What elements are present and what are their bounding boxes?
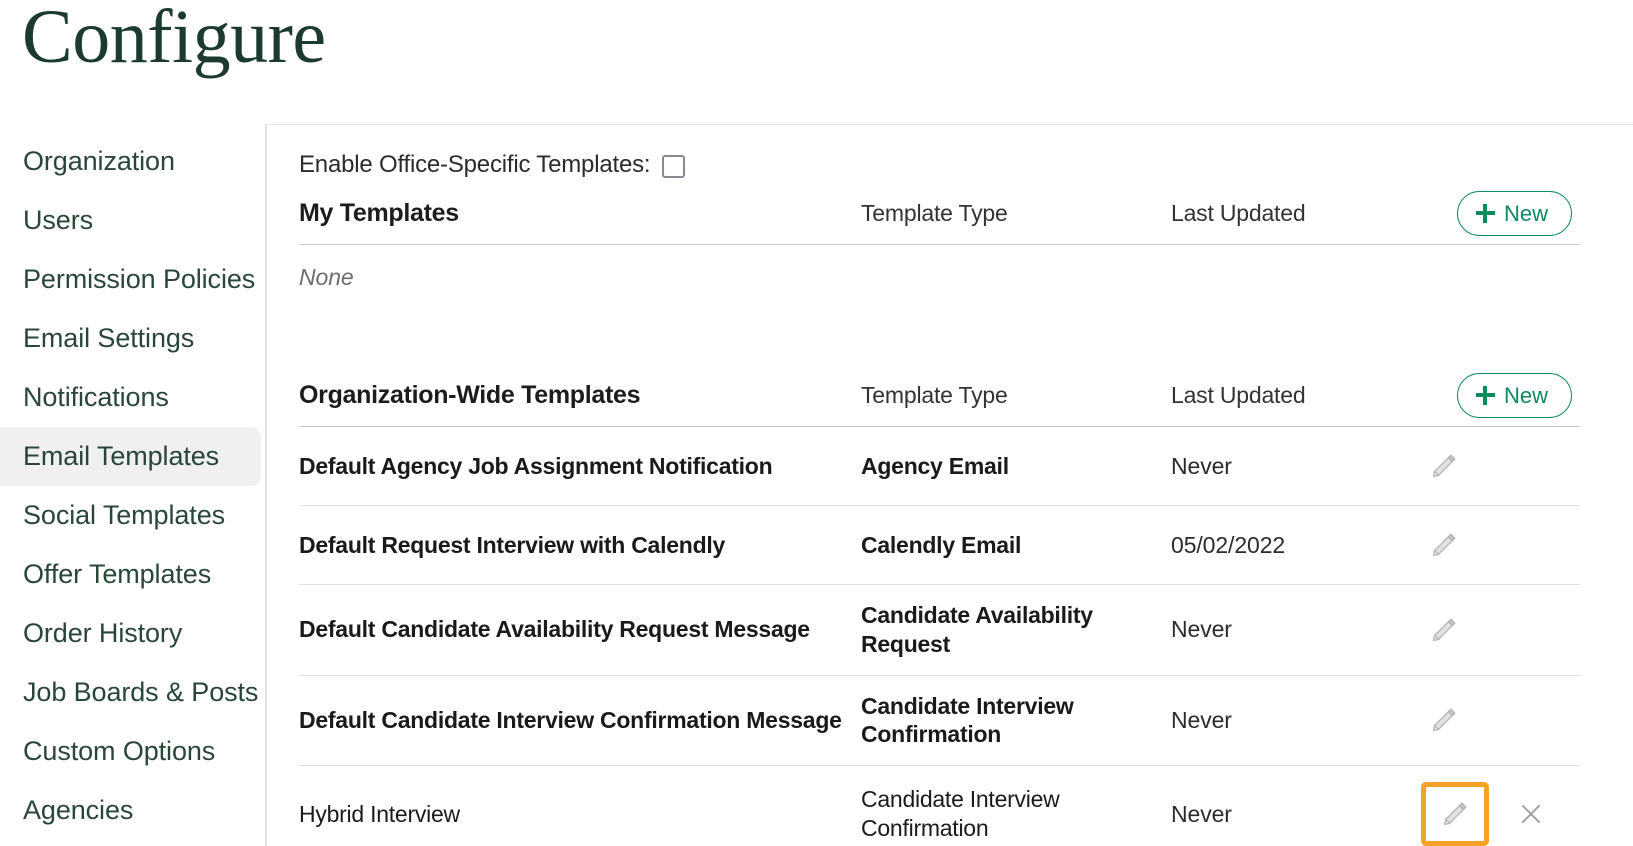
table-row: Default Candidate Interview Confirmation… [299, 676, 1580, 766]
org-templates-header-row: Organization-Wide Templates Template Typ… [299, 365, 1580, 427]
edit-template-button[interactable] [1421, 782, 1489, 846]
template-name: Default Request Interview with Calendly [299, 531, 726, 558]
org-templates-rows: Default Agency Job Assignment Notificati… [299, 427, 1580, 846]
sidebar-item-email-templates[interactable]: Email Templates [0, 427, 261, 486]
my-templates-actions: New [1421, 191, 1580, 236]
sidebar-item-agencies[interactable]: Agencies [0, 781, 261, 840]
pencil-icon [1440, 799, 1470, 829]
sidebar-item-label: Organization [23, 146, 175, 176]
delete-template-button[interactable] [1511, 794, 1551, 834]
sidebar-item-custom-options[interactable]: Custom Options [0, 722, 261, 781]
org-templates-heading: Organization-Wide Templates [299, 381, 641, 409]
template-last-updated: Never [1171, 616, 1232, 643]
sidebar-item-label: Email Settings [23, 323, 195, 353]
org-templates-actions: New [1421, 373, 1580, 418]
office-specific-templates-row: Enable Office-Specific Templates: [299, 125, 1607, 183]
template-type: Agency Email [861, 452, 1009, 479]
pencil-icon [1429, 615, 1459, 645]
edit-template-button[interactable] [1421, 697, 1467, 743]
new-button-label: New [1503, 200, 1548, 226]
new-button-label: New [1503, 382, 1548, 408]
sidebar-item-label: Custom Options [23, 736, 216, 766]
table-row: Default Candidate Availability Request M… [299, 585, 1580, 676]
template-last-updated: Never [1171, 452, 1232, 479]
edit-template-button[interactable] [1421, 607, 1467, 653]
main-panel: Enable Office-Specific Templates: My Tem… [266, 124, 1633, 846]
office-specific-templates-checkbox[interactable] [662, 154, 686, 178]
sidebar-item-organization[interactable]: Organization [0, 132, 261, 191]
sidebar-item-label: Job Boards & Posts [23, 677, 259, 707]
my-templates-empty-text: None [299, 263, 354, 290]
new-my-template-button[interactable]: New [1456, 191, 1572, 236]
pencil-icon [1429, 451, 1459, 481]
pencil-icon [1429, 705, 1459, 735]
template-name: Hybrid Interview [299, 800, 460, 827]
edit-template-button[interactable] [1421, 443, 1467, 489]
sidebar-item-label: Agencies [23, 795, 134, 825]
sidebar-item-permission-policies[interactable]: Permission Policies [0, 250, 261, 309]
my-templates-heading: My Templates [299, 199, 459, 227]
sidebar-item-label: Offer Templates [23, 559, 212, 589]
sidebar-item-label: Notifications [23, 382, 169, 412]
template-name: Default Agency Job Assignment Notificati… [299, 452, 773, 479]
column-header-template-type-org: Template Type [861, 382, 1008, 408]
page-title: Configure [22, 0, 326, 79]
sidebar-item-order-history[interactable]: Order History [0, 604, 261, 663]
row-actions [1421, 443, 1580, 489]
sidebar-item-job-boards-posts[interactable]: Job Boards & Posts [0, 663, 261, 722]
sidebar-item-label: Email Templates [23, 441, 220, 471]
close-icon [1518, 801, 1544, 827]
template-last-updated: Never [1171, 706, 1232, 733]
table-row: Default Request Interview with Calendly C… [299, 506, 1580, 585]
panel-inner: Enable Office-Specific Templates: My Tem… [267, 125, 1633, 846]
sidebar-nav-list: Organization Users Permission Policies Emai… [0, 124, 265, 840]
my-templates-empty-row: None [299, 245, 1580, 309]
template-type: Candidate Availability Request [861, 602, 1093, 657]
sidebar-item-offer-templates[interactable]: Offer Templates [0, 545, 261, 604]
my-templates-header-row: My Templates Template Type Last Updated … [299, 183, 1580, 245]
office-specific-templates-label: Enable Office-Specific Templates: [299, 151, 651, 178]
row-actions [1421, 522, 1580, 568]
sidebar: Organization Users Permission Policies Emai… [0, 124, 266, 846]
row-actions [1421, 697, 1580, 743]
template-last-updated: 05/02/2022 [1171, 531, 1286, 558]
sidebar-item-users[interactable]: Users [0, 191, 261, 250]
template-name: Default Candidate Availability Request M… [299, 616, 810, 643]
template-type: Calendly Email [861, 531, 1022, 558]
app-root: Configure Organization Users Permission Po… [0, 0, 1633, 846]
edit-template-button[interactable] [1421, 522, 1467, 568]
column-header-last-updated: Last Updated [1171, 200, 1306, 226]
new-org-template-button[interactable]: New [1456, 373, 1572, 418]
row-actions [1421, 782, 1580, 846]
plus-icon [1475, 386, 1495, 405]
sidebar-item-label: Permission Policies [23, 264, 256, 294]
sidebar-item-email-settings[interactable]: Email Settings [0, 309, 261, 368]
row-actions [1421, 607, 1580, 653]
column-header-last-updated-org: Last Updated [1171, 382, 1306, 408]
plus-icon [1475, 204, 1495, 223]
sidebar-item-notifications[interactable]: Notifications [0, 368, 261, 427]
column-header-template-type: Template Type [861, 200, 1008, 226]
sidebar-item-label: Order History [23, 618, 183, 648]
sidebar-item-social-templates[interactable]: Social Templates [0, 486, 261, 545]
sidebar-item-label: Social Templates [23, 500, 226, 530]
template-type: Candidate Interview Confirmation [861, 786, 1060, 841]
pencil-icon [1429, 530, 1459, 560]
template-name: Default Candidate Interview Confirmation… [299, 706, 842, 733]
table-row: Hybrid Interview Candidate Interview Conf… [299, 766, 1580, 846]
template-last-updated: Never [1171, 800, 1232, 827]
table-row: Default Agency Job Assignment Notificati… [299, 427, 1580, 506]
sidebar-item-label: Users [23, 205, 94, 235]
template-type: Candidate Interview Confirmation [861, 692, 1074, 748]
templates-table: My Templates Template Type Last Updated … [299, 183, 1580, 846]
